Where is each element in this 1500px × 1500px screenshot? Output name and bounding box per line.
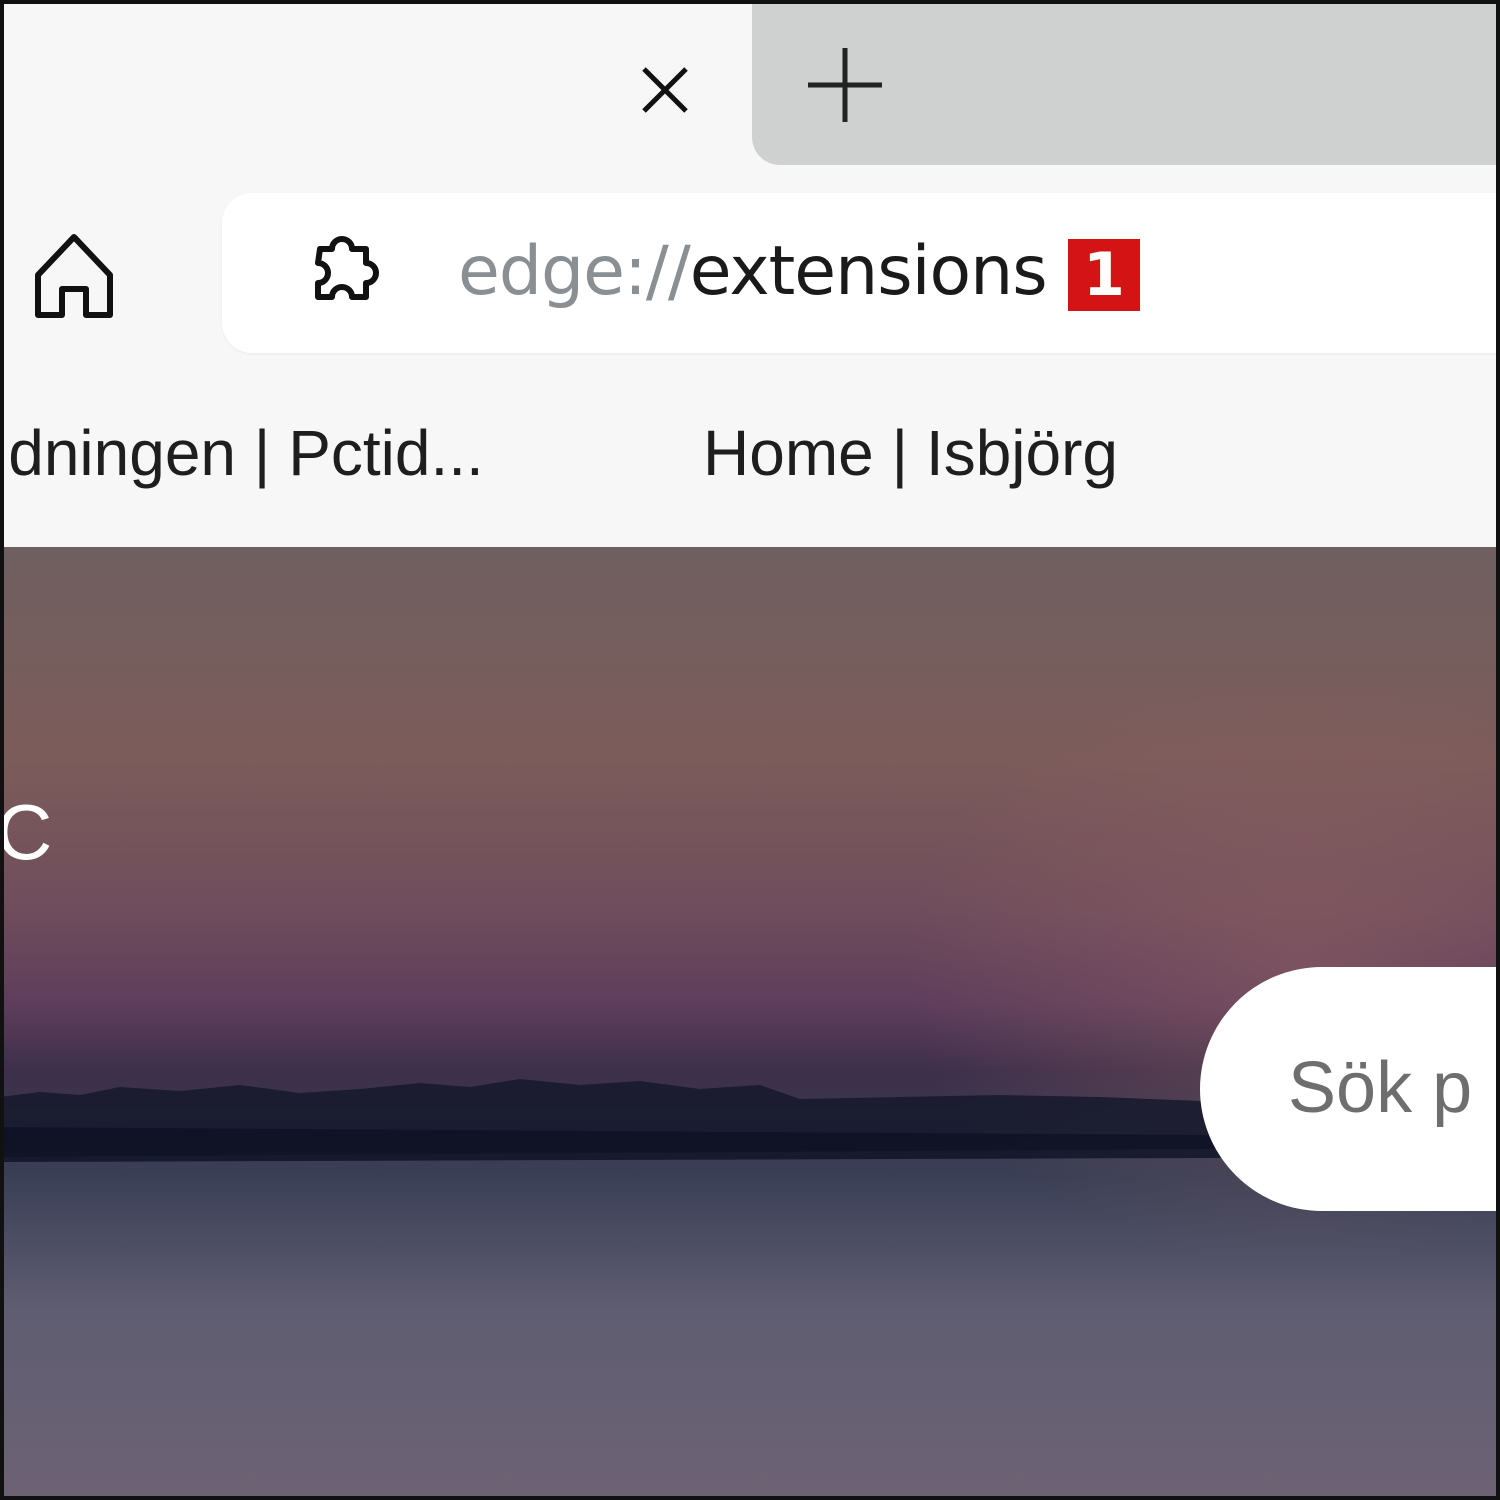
url-text[interactable]: edge://extensions <box>458 229 1048 315</box>
url-scheme: edge:// <box>458 232 691 311</box>
toolbar: edge://extensions 1 <box>0 165 1500 385</box>
new-tab-page: C Sök p <box>0 547 1500 1500</box>
favorite-item-pctidningen[interactable]: idningen | Pctid... <box>0 415 484 491</box>
tab-strip <box>0 0 1500 165</box>
url-path: extensions <box>689 232 1048 311</box>
close-icon[interactable] <box>630 55 700 125</box>
search-placeholder: Sök p <box>1288 1048 1473 1128</box>
home-icon[interactable] <box>24 227 124 327</box>
plus-icon[interactable] <box>800 40 890 130</box>
favorites-bar: idningen | Pctid... Home | Isbjörg <box>0 385 1500 547</box>
address-bar[interactable]: edge://extensions 1 <box>222 193 1500 353</box>
web-search-box[interactable]: Sök p <box>1200 967 1500 1211</box>
puzzle-icon[interactable] <box>292 223 392 323</box>
annotation-badge: 1 <box>1068 239 1140 311</box>
greeting-text: C <box>0 788 53 876</box>
favorite-item-home-isbjorg[interactable]: Home | Isbjörg <box>703 415 1118 491</box>
active-tab[interactable] <box>0 0 752 165</box>
